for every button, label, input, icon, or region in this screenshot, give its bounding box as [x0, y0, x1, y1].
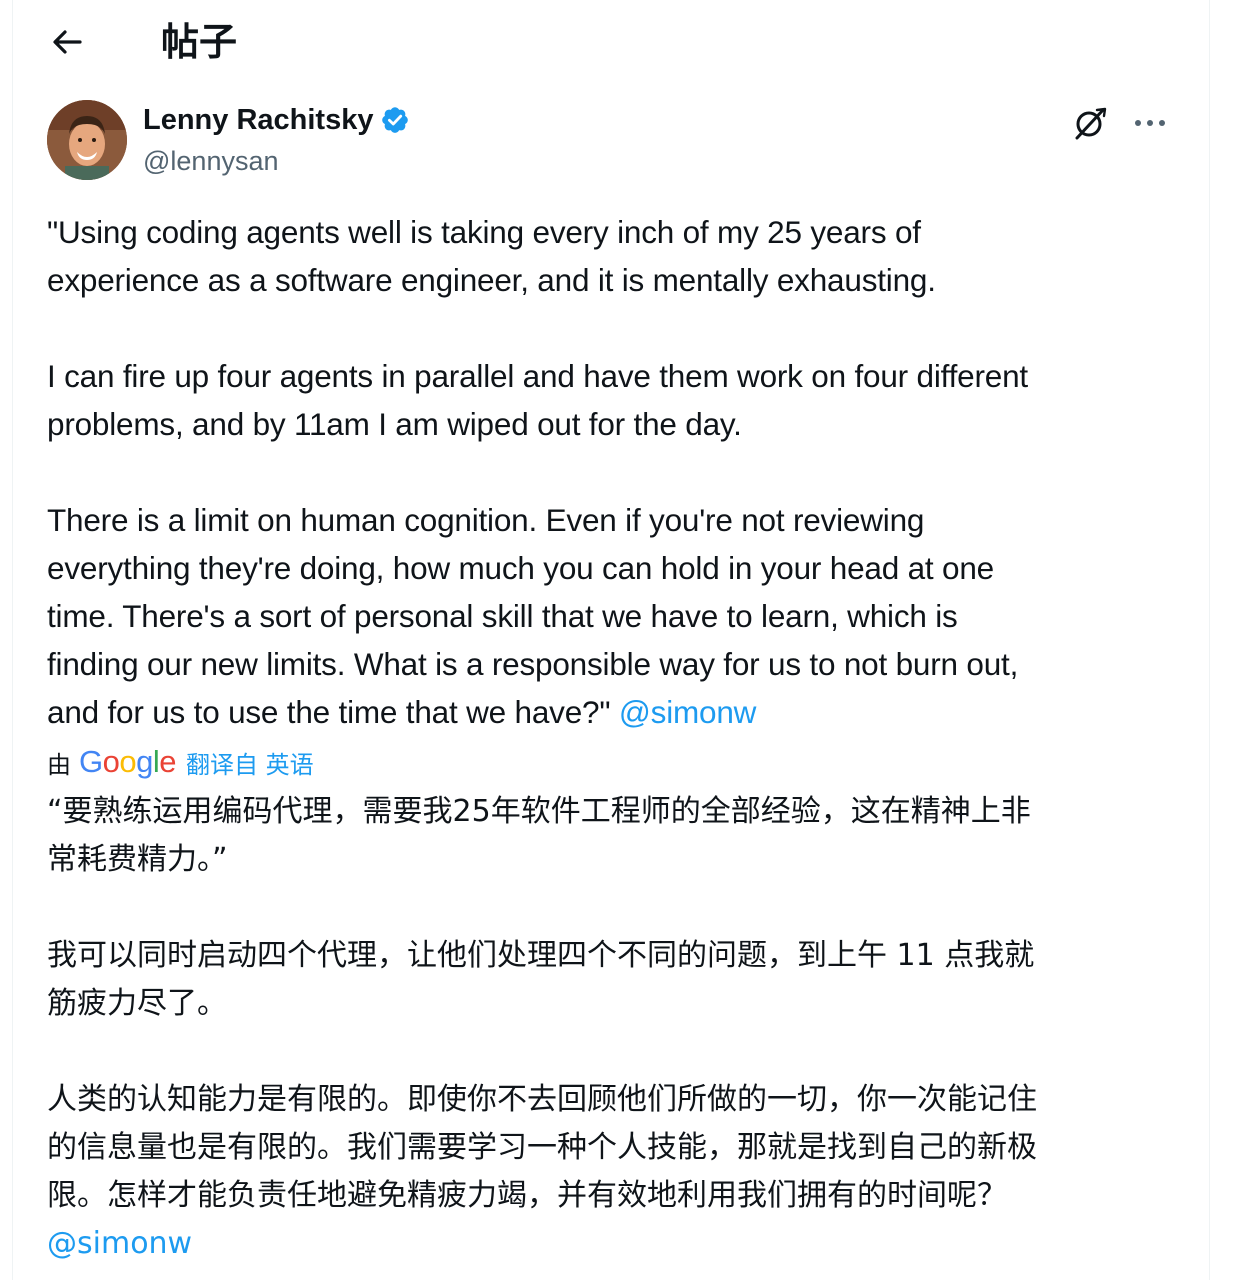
verified-badge-icon — [382, 107, 409, 133]
author-name-text: Lenny Rachitsky — [143, 104, 374, 136]
author-handle[interactable]: @lennysan — [143, 144, 279, 178]
tweet-mention-link[interactable]: @simonw — [619, 694, 757, 730]
translated-text: “要熟练运用编码代理，需要我25年软件工程师的全部经验，这在精神上非 常耗费精力… — [47, 788, 1197, 1268]
grok-button[interactable] — [1069, 102, 1111, 144]
arrow-left-icon — [53, 30, 82, 54]
translated-by-label: 由 — [47, 750, 71, 779]
page-title: 帖子 — [161, 20, 238, 64]
translated-body: “要熟练运用编码代理，需要我25年软件工程师的全部经验，这在精神上非 常耗费精力… — [47, 794, 1037, 1213]
author-row: Lenny Rachitsky @lennysan — [47, 100, 1189, 184]
translated-mention-link[interactable]: @simonw — [47, 1226, 192, 1261]
avatar-image — [47, 100, 127, 180]
google-logo: Google — [79, 744, 177, 779]
more-button[interactable] — [1129, 102, 1171, 144]
avatar[interactable] — [47, 100, 127, 180]
more-dots-icon — [1135, 120, 1165, 126]
post-column: 帖子 Lenny Rachitsky @lennysan "Using codi… — [12, 0, 1210, 1280]
translation-attribution: 由 Google 翻译自 英语 — [47, 742, 314, 782]
tweet-body: "Using coding agents well is taking ever… — [47, 214, 1028, 730]
tweet-text: "Using coding agents well is taking ever… — [47, 208, 1187, 736]
author-name[interactable]: Lenny Rachitsky — [143, 102, 410, 138]
post-header: 帖子 — [13, 0, 1209, 86]
grok-icon — [1075, 107, 1107, 140]
back-button[interactable] — [45, 22, 89, 62]
translated-from-link[interactable]: 翻译自 英语 — [186, 745, 314, 780]
